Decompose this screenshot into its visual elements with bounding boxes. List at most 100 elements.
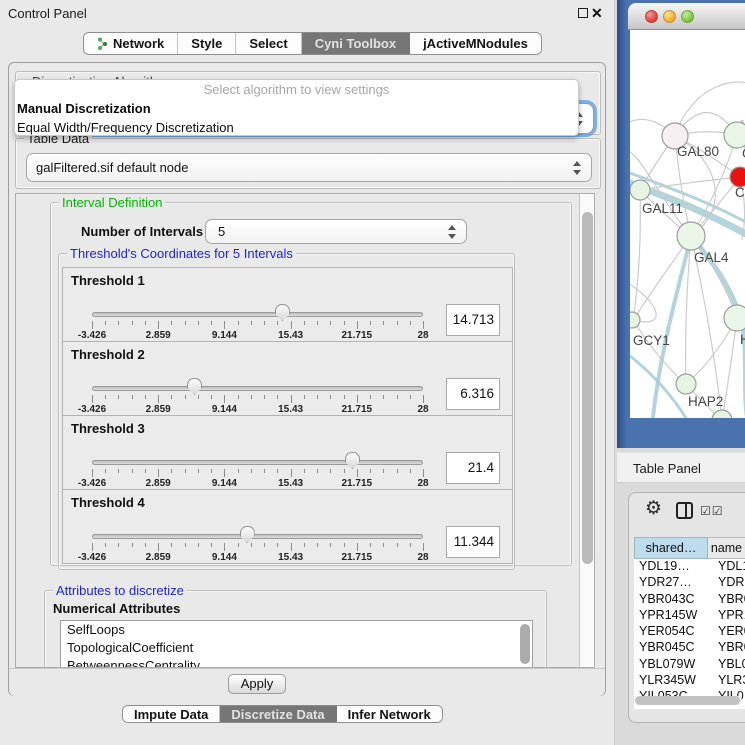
threshold-2-value-field[interactable]: 6.316 xyxy=(446,378,500,410)
network-node-g[interactable] xyxy=(724,122,745,148)
tab-label: Cyni Toolbox xyxy=(315,36,396,51)
threshold-3-value-field[interactable]: 21.4 xyxy=(446,452,500,484)
cell-shared-name: YBL079W xyxy=(634,657,708,673)
algorithm-dropdown-popup: Select algorithm to view settings Manual… xyxy=(14,79,579,136)
threshold-3-slider[interactable] xyxy=(92,460,423,465)
table-data-combobox[interactable]: galFiltered.sif default node xyxy=(26,153,592,182)
threshold-4-value-field[interactable]: 11.344 xyxy=(446,526,500,558)
network-node-c[interactable] xyxy=(730,167,745,187)
tick-label: 15.43 xyxy=(278,478,303,489)
select-columns-checkboxes-icon[interactable]: ☑☑ xyxy=(700,504,724,518)
number-of-intervals-combobox[interactable]: 5 xyxy=(205,219,467,244)
attribute-item-selfloops[interactable]: SelfLoops xyxy=(61,621,532,639)
slider-ticks xyxy=(92,469,423,478)
tab-network[interactable]: Network xyxy=(84,33,178,54)
tab-discretize-data[interactable]: Discretize Data xyxy=(220,706,336,722)
mac-minimize-icon[interactable] xyxy=(663,10,676,23)
network-node[interactable] xyxy=(712,410,732,418)
network-node-gal4[interactable] xyxy=(677,222,705,250)
tick-label: 28 xyxy=(417,330,428,341)
column-header-shared-name[interactable]: shared… xyxy=(634,537,708,559)
attribute-items: SelfLoopsTopologicalCoefficientBetweenne… xyxy=(61,621,532,668)
node-table[interactable]: shared… name YDL19…YDL1YDR27…YDR2YBR043C… xyxy=(634,537,745,709)
threshold-4-slider[interactable] xyxy=(92,534,423,539)
network-node-gcy1[interactable] xyxy=(630,312,640,328)
tab-impute-data[interactable]: Impute Data xyxy=(123,706,220,722)
attribute-item-betweennesscentrality[interactable]: BetweennessCentrality xyxy=(61,657,532,668)
tab-label: jActiveMNodules xyxy=(423,36,528,51)
tab-style[interactable]: Style xyxy=(178,33,236,54)
attribute-item-topologicalcoefficient[interactable]: TopologicalCoefficient xyxy=(61,639,532,657)
apply-button[interactable]: Apply xyxy=(228,674,286,694)
slider-thumb[interactable] xyxy=(240,526,255,543)
table-row[interactable]: YBR043CYBR0 xyxy=(634,592,745,608)
mac-close-icon[interactable] xyxy=(645,10,658,23)
tab-label: Network xyxy=(113,36,164,51)
table-header: shared… name xyxy=(634,537,745,559)
tab-cyni-toolbox[interactable]: Cyni Toolbox xyxy=(302,33,410,54)
network-canvas[interactable]: GAL80GCGAL11GAL4GCY1HHAP2 xyxy=(630,30,745,418)
table-hscrollbar-track[interactable] xyxy=(635,696,742,705)
tick-label: 21.715 xyxy=(342,404,373,415)
slider-ticks xyxy=(92,321,423,330)
threshold-1-value-field[interactable]: 14.713 xyxy=(446,304,500,336)
list-scrollbar[interactable] xyxy=(520,624,530,664)
tick-label: 15.43 xyxy=(278,404,303,415)
threshold-1-slider[interactable] xyxy=(92,312,423,317)
slider-thumb[interactable] xyxy=(345,452,360,469)
table-row[interactable]: YDL19…YDL1 xyxy=(634,559,745,575)
table-row[interactable]: YER054CYER0 xyxy=(634,624,745,640)
table-row[interactable]: YDR27…YDR2 xyxy=(634,575,745,591)
tick-label: 15.43 xyxy=(278,330,303,341)
gear-icon[interactable]: ⚙ xyxy=(645,497,662,520)
tick-label: 9.144 xyxy=(212,478,237,489)
table-data-group: Table Data galFiltered.sif default node xyxy=(15,138,601,189)
cell-shared-name: YPR145W xyxy=(634,608,708,624)
tick-label: 2.859 xyxy=(146,552,171,563)
threshold-2-slider[interactable] xyxy=(92,386,423,391)
node-label-c: C xyxy=(735,185,745,200)
table-hscrollbar-thumb[interactable] xyxy=(635,696,740,705)
table-rows: YDL19…YDL1YDR27…YDR2YBR043CYBR0YPR145WYP… xyxy=(634,559,745,706)
table-row[interactable]: YBL079WYBL0 xyxy=(634,657,745,673)
control-panel-titlebar: Control Panel ✕ xyxy=(0,0,614,26)
network-node-hap2[interactable] xyxy=(676,374,696,394)
interval-definition-title: Interval Definition xyxy=(59,195,165,210)
table-row[interactable]: YLR345WYLR3 xyxy=(634,673,745,689)
pane-scrollbar-track[interactable] xyxy=(579,194,594,667)
table-row[interactable]: YPR145WYPR1 xyxy=(634,608,745,624)
slider-thumb[interactable] xyxy=(187,378,202,395)
node-label-gal4: GAL4 xyxy=(694,250,729,265)
mac-zoom-icon[interactable] xyxy=(681,10,694,23)
tab-label: Infer Network xyxy=(348,707,431,722)
slider-thumb[interactable] xyxy=(275,304,290,321)
tab-infer-network[interactable]: Infer Network xyxy=(337,706,442,722)
tick-label: 9.144 xyxy=(212,404,237,415)
dropdown-option-equal-width-frequency[interactable]: Equal Width/Frequency Discretization xyxy=(15,118,578,136)
network-node-gal11[interactable] xyxy=(630,180,650,200)
control-panel-window: Control Panel ✕ Network StyleSelect Cyni T… xyxy=(0,0,615,745)
columns-icon[interactable] xyxy=(676,502,693,519)
combo-stepper-icon xyxy=(448,225,457,239)
network-window-titlebar[interactable] xyxy=(628,3,745,30)
cell-shared-name: YER054C xyxy=(634,624,708,640)
table-row[interactable]: YBR045CYBR0 xyxy=(634,640,745,656)
threshold-rows: Threshold 1-3.4262.8599.14415.4321.71528… xyxy=(59,267,513,564)
dropdown-prompt: Select algorithm to view settings xyxy=(15,80,578,99)
network-node-h[interactable] xyxy=(724,305,745,331)
tick-label: -3.426 xyxy=(78,330,106,341)
numerical-attributes-label: Numerical Attributes xyxy=(53,601,180,616)
close-icon[interactable]: ✕ xyxy=(591,4,603,22)
table-panel-title: Table Panel xyxy=(633,461,701,476)
column-header-name[interactable]: name xyxy=(708,537,745,559)
cell-name: YLR3 xyxy=(708,673,745,689)
tick-label: 21.715 xyxy=(342,552,373,563)
float-window-icon[interactable] xyxy=(578,8,588,18)
cell-shared-name: YBR043C xyxy=(634,592,708,608)
dropdown-option-manual-discretization[interactable]: Manual Discretization xyxy=(15,99,578,118)
tab-select[interactable]: Select xyxy=(236,33,301,54)
tab-label: Impute Data xyxy=(134,707,208,722)
numerical-attributes-list[interactable]: SelfLoopsTopologicalCoefficientBetweenne… xyxy=(60,620,533,668)
pane-scrollbar-thumb[interactable] xyxy=(582,212,593,564)
tab-jactivemnodules[interactable]: jActiveMNodules xyxy=(410,33,541,54)
